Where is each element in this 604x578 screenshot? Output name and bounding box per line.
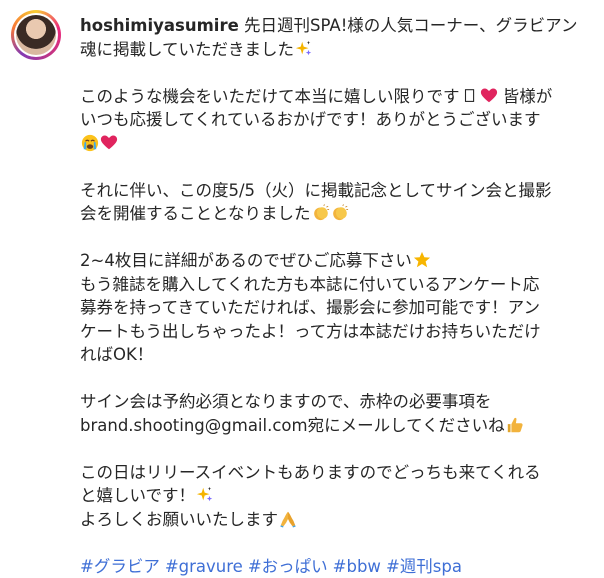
caption-line: ケートもう出しちゃったよ！って方は本誌だけお持ちいただけ <box>80 320 585 344</box>
caption-line-text: と嬉しいです！ <box>80 486 195 505</box>
caption-line: hoshimiyasumire 先日週刊SPA!様の人気コーナー、グラビアン <box>80 14 585 38</box>
caption-line: もう雑誌を購入してくれた方も本誌に付いているアンケート応 <box>80 273 585 297</box>
story-ring[interactable] <box>11 10 61 60</box>
caption-paragraph: hoshimiyasumire 先日週刊SPA!様の人気コーナー、グラビアン魂に… <box>80 14 585 61</box>
crying-face-icon <box>81 134 99 152</box>
caption-line: と嬉しいです！ <box>80 484 585 508</box>
caption-line: いつも応援してくれているおかげです！ありがとうございます <box>80 108 585 132</box>
caption-line: ればOK！ <box>80 343 585 367</box>
clapping-hands-icon <box>312 204 330 222</box>
sparkles-icon <box>295 40 313 58</box>
caption-text: hoshimiyasumire 先日週刊SPA!様の人気コーナー、グラビアン魂に… <box>80 14 585 578</box>
folded-hands-icon <box>279 510 297 528</box>
hashtag-link[interactable]: #おっぱい <box>248 557 328 576</box>
box-glyph <box>461 87 479 105</box>
caption-line: それに伴い、この度5/5（火）に掲載記念としてサイン会と撮影 <box>80 179 585 203</box>
caption-line: 会を開催することとなりました <box>80 202 585 226</box>
caption-line-text: このような機会をいただけて本当に嬉しい限りです <box>80 87 460 106</box>
hashtag-link[interactable]: #gravure <box>165 557 243 576</box>
sparkles-icon <box>196 486 214 504</box>
caption-line-text: それに伴い、この度5/5（火）に掲載記念としてサイン会と撮影 <box>80 181 552 200</box>
caption-line-text: 魂に掲載していただきました <box>80 40 294 59</box>
caption-line-text: brand.shooting@gmail.com宛にメールしてくださいね <box>80 416 505 435</box>
username-link[interactable]: hoshimiyasumire <box>80 16 239 35</box>
star-icon <box>413 251 431 269</box>
caption-line <box>80 132 585 156</box>
caption-line-text: ケートもう出しちゃったよ！って方は本誌だけお持ちいただけ <box>80 322 541 341</box>
hashtag-link[interactable]: #bbw <box>333 557 381 576</box>
caption-line: brand.shooting@gmail.com宛にメールしてくださいね <box>80 414 585 438</box>
caption-line: サイン会は予約必須となりますので、赤枠の必要事項を <box>80 390 585 414</box>
caption-line: この日はリリースイベントもありますのでどっちも来てくれる <box>80 461 585 485</box>
clapping-hands-icon <box>331 204 349 222</box>
caption-paragraph: この日はリリースイベントもありますのでどっちも来てくれると嬉しいです！ よろしく… <box>80 461 585 532</box>
caption-paragraph: このような機会をいただけて本当に嬉しい限りです 皆様がいつも応援してくれているお… <box>80 85 585 156</box>
caption-line-text: 2~4枚目に詳細があるのでぜひご応募下さい <box>80 251 412 270</box>
caption-paragraph: サイン会は予約必須となりますので、赤枠の必要事項を brand.shooting@… <box>80 390 585 437</box>
caption-line: 2~4枚目に詳細があるのでぜひご応募下さい <box>80 249 585 273</box>
caption-line-text: ればOK！ <box>80 345 153 364</box>
instagram-post-caption: hoshimiyasumire 先日週刊SPA!様の人気コーナー、グラビアン魂に… <box>0 0 604 565</box>
caption-line: 魂に掲載していただきました <box>80 38 585 62</box>
avatar[interactable] <box>14 13 58 57</box>
caption-line: よろしくお願いいたします <box>80 508 585 532</box>
caption-line-text: この日はリリースイベントもありますのでどっちも来てくれる <box>80 463 541 482</box>
caption-line: 募券を持ってきていただければ、撮影会に参加可能です！アン <box>80 296 585 320</box>
caption-line: このような機会をいただけて本当に嬉しい限りです 皆様が <box>80 85 585 109</box>
avatar-photo <box>16 15 56 55</box>
caption-line-text-after: 皆様が <box>498 87 553 106</box>
caption-line-text: もう雑誌を購入してくれた方も本誌に付いているアンケート応 <box>80 275 539 294</box>
red-heart-icon <box>480 87 498 105</box>
hashtag-list: #グラビア #gravure #おっぱい #bbw #週刊spa <box>80 555 585 578</box>
red-heart-icon <box>100 134 118 152</box>
hashtag-link[interactable]: #グラビア <box>80 557 160 576</box>
caption-paragraph: 2~4枚目に詳細があるのでぜひご応募下さいもう雑誌を購入してくれた方も本誌に付い… <box>80 249 585 367</box>
caption-line-text: 募券を持ってきていただければ、撮影会に参加可能です！アン <box>80 298 540 317</box>
caption-paragraph: それに伴い、この度5/5（火）に掲載記念としてサイン会と撮影会を開催することとな… <box>80 179 585 226</box>
caption-line-text: サイン会は予約必須となりますので、赤枠の必要事項を <box>80 392 491 411</box>
hashtag-link[interactable]: #週刊spa <box>386 557 462 576</box>
thumbs-up-icon <box>506 416 524 434</box>
caption-line-text: 先日週刊SPA!様の人気コーナー、グラビアン <box>239 16 578 35</box>
caption-line-text: よろしくお願いいたします <box>80 510 278 529</box>
caption-line-text: 会を開催することとなりました <box>80 204 311 223</box>
caption-line-text: いつも応援してくれているおかげです！ありがとうございます <box>80 110 541 129</box>
